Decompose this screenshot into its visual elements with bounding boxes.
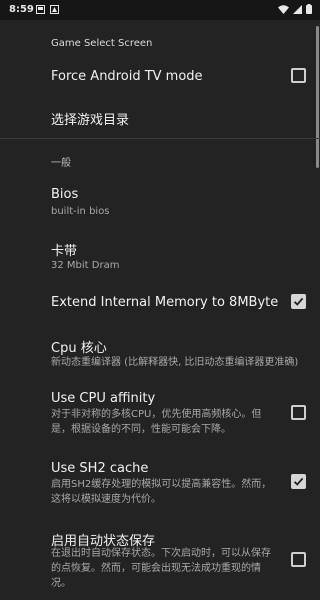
cartridge-row[interactable] <box>0 230 320 276</box>
force-android-tv-checkbox[interactable] <box>291 68 306 83</box>
wifi-icon <box>278 4 289 17</box>
signal-icon <box>293 4 302 17</box>
sh2-cache-checkbox[interactable] <box>291 474 306 489</box>
status-time: 8:59 <box>9 4 34 15</box>
scrollbar-thumb[interactable] <box>316 26 319 168</box>
cartridge-title: 卡带 <box>51 244 78 259</box>
check-icon <box>293 297 304 306</box>
force-android-tv-title: Force Android TV mode <box>51 69 203 84</box>
section-header-general: 一般 <box>51 158 71 169</box>
status-bar: 8:59 <box>0 0 320 20</box>
cpu-affinity-title: Use CPU affinity <box>51 391 156 406</box>
extend-memory-title: Extend Internal Memory to 8MByte <box>51 295 279 310</box>
extend-memory-checkbox[interactable] <box>291 294 306 309</box>
auto-save-state-subtitle: 在退出时自动保存状态。下次启动时，可以从保存的点恢复。然而，可能会出现无法成功重… <box>51 548 271 589</box>
notification-icon <box>50 5 59 14</box>
select-game-dir-title: 选择游戏目录 <box>51 113 130 128</box>
check-icon <box>293 477 304 486</box>
cpu-core-subtitle: 新动态重编译器 (比解释器快, 比旧动态重编译器更准确) <box>51 357 299 368</box>
auto-save-state-checkbox[interactable] <box>291 552 306 567</box>
bios-subtitle: built-in bios <box>51 206 110 217</box>
sh2-cache-subtitle: 启用SH2缓存处理的模拟可以提高兼容性。然而，这将以模拟速度为代价。 <box>51 479 272 505</box>
cpu-affinity-checkbox[interactable] <box>291 405 306 420</box>
select-game-dir-row[interactable] <box>0 98 320 136</box>
bios-title: Bios <box>51 187 79 202</box>
cpu-affinity-subtitle: 对于非对称的多核CPU，优先使用高频核心。但是，根据设备的不同，性能可能会下降。 <box>51 409 262 435</box>
cartridge-subtitle: 32 Mbit Dram <box>51 260 120 271</box>
battery-icon <box>306 4 312 17</box>
section-divider <box>0 138 320 139</box>
section-header-game-select: Game Select Screen <box>51 38 153 49</box>
notification-icon <box>36 5 45 14</box>
sh2-cache-title: Use SH2 cache <box>51 461 149 476</box>
bios-row[interactable] <box>0 178 320 224</box>
